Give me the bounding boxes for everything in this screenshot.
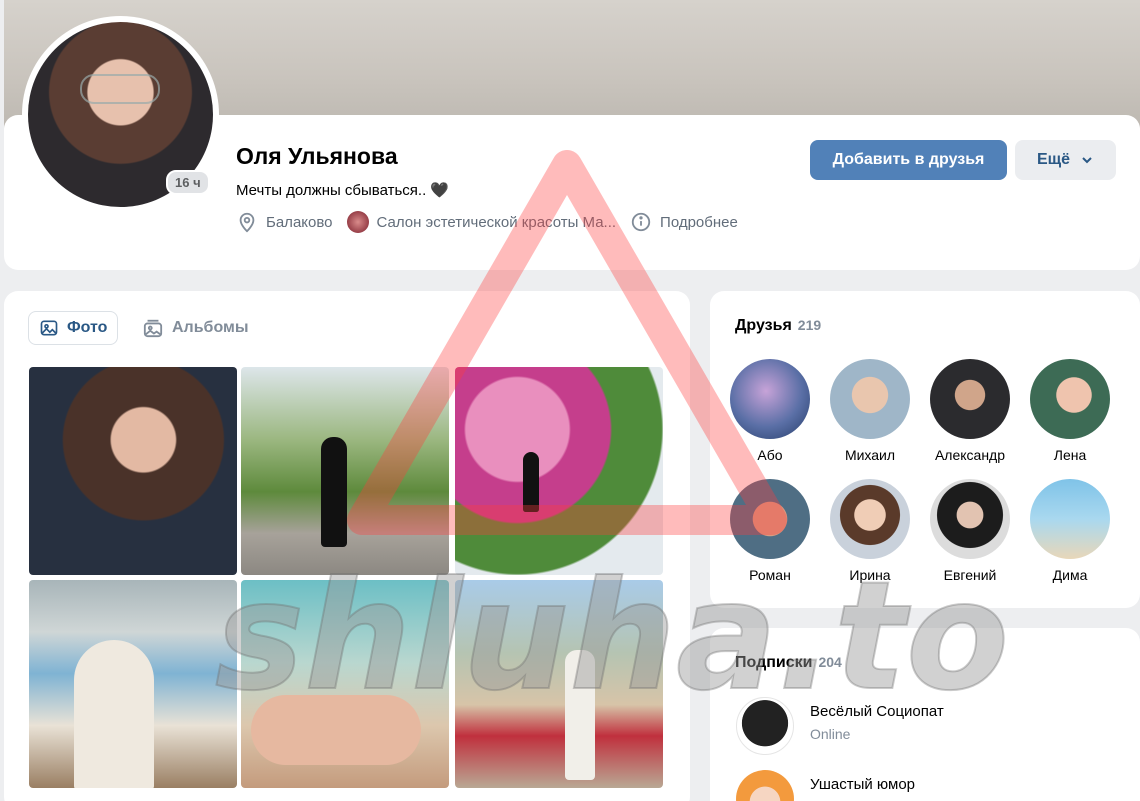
subscription-item[interactable]: Весёлый Социопат Online (736, 697, 944, 755)
friend-item[interactable]: Ирина (825, 479, 915, 583)
friend-name: Або (757, 447, 783, 463)
friend-name: Евгений (943, 567, 997, 583)
company-label: Салон эстетической красоты Ма... (376, 213, 617, 231)
last-seen-badge: 16 ч (166, 170, 210, 195)
company-avatar (346, 211, 369, 233)
subscriptions-title-label: Подписки (735, 654, 813, 671)
friend-avatar (730, 479, 810, 559)
subscription-status: Online (810, 726, 851, 742)
chevron-down-icon (1082, 157, 1092, 164)
photo-figure (74, 640, 154, 788)
subscription-name: Весёлый Социопат (810, 703, 944, 720)
subscription-item[interactable]: Ушастый юмор (736, 770, 915, 801)
company-info[interactable]: Салон эстетической красоты Ма... (346, 211, 617, 233)
subscription-name: Ушастый юмор (810, 776, 916, 793)
tab-photos[interactable]: Фото (28, 311, 119, 345)
city-info[interactable]: Балаково (236, 211, 333, 233)
photo-figure (523, 452, 539, 512)
friend-item[interactable]: Дима (1025, 479, 1115, 583)
friend-item[interactable]: Михаил (825, 359, 915, 463)
photo-thumbnail[interactable] (455, 580, 663, 788)
profile-info-row: Балаково Салон эстетической красоты Ма..… (236, 211, 752, 233)
friend-avatar (830, 479, 910, 559)
friend-item[interactable]: Лена (1025, 359, 1115, 463)
photo-thumbnail[interactable] (29, 367, 237, 575)
location-pin-icon (239, 212, 255, 233)
photo-hand (251, 695, 421, 765)
subscriptions-title[interactable]: Подписки 204 (735, 654, 842, 672)
friend-name: Дима (1052, 567, 1088, 583)
city-label: Балаково (266, 213, 333, 231)
friends-count: 219 (797, 317, 822, 333)
add-friend-button[interactable]: Добавить в друзья (810, 140, 1007, 180)
details-label: Подробнее (660, 213, 738, 231)
friend-name: Ирина (849, 567, 891, 583)
tab-photos-label: Фото (67, 319, 108, 336)
details-link[interactable]: Подробнее (630, 211, 738, 233)
friends-title-label: Друзья (735, 317, 792, 334)
photo-thumbnail[interactable] (241, 580, 449, 788)
info-icon (631, 212, 651, 232)
photo-thumbnail[interactable] (241, 367, 449, 575)
tab-albums-label: Альбомы (172, 319, 249, 336)
friend-avatar (830, 359, 910, 439)
friend-avatar (930, 479, 1010, 559)
friend-item[interactable]: Роман (725, 479, 815, 583)
more-label: Ещё (1036, 151, 1071, 168)
photo-figure (565, 650, 595, 780)
friend-item[interactable]: Або (725, 359, 815, 463)
friend-avatar (1030, 359, 1110, 439)
photo-thumbnail[interactable] (455, 367, 663, 575)
friends-title[interactable]: Друзья 219 (735, 317, 821, 335)
subscription-avatar (736, 697, 794, 755)
subscriptions-count: 204 (818, 654, 842, 670)
friend-name: Роман (749, 567, 791, 583)
image-icon (40, 320, 58, 336)
profile-status: Мечты должны сбываться.. 🖤 (236, 182, 450, 199)
album-icon (143, 319, 163, 338)
friend-item[interactable]: Евгений (925, 479, 1015, 583)
avatar-glasses (80, 74, 160, 104)
subscription-avatar (736, 770, 794, 801)
photo-thumbnail[interactable] (29, 580, 237, 788)
photo-figure (321, 437, 347, 547)
profile-name: Оля Ульянова (236, 143, 398, 169)
friend-name: Лена (1053, 447, 1087, 463)
friend-name: Александр (934, 447, 1006, 463)
friend-avatar (730, 359, 810, 439)
tab-albums[interactable]: Альбомы (132, 311, 259, 345)
more-button[interactable]: Ещё (1015, 140, 1116, 180)
friend-avatar (930, 359, 1010, 439)
friend-avatar (1030, 479, 1110, 559)
friend-name: Михаил (844, 447, 896, 463)
friend-item[interactable]: Александр (925, 359, 1015, 463)
